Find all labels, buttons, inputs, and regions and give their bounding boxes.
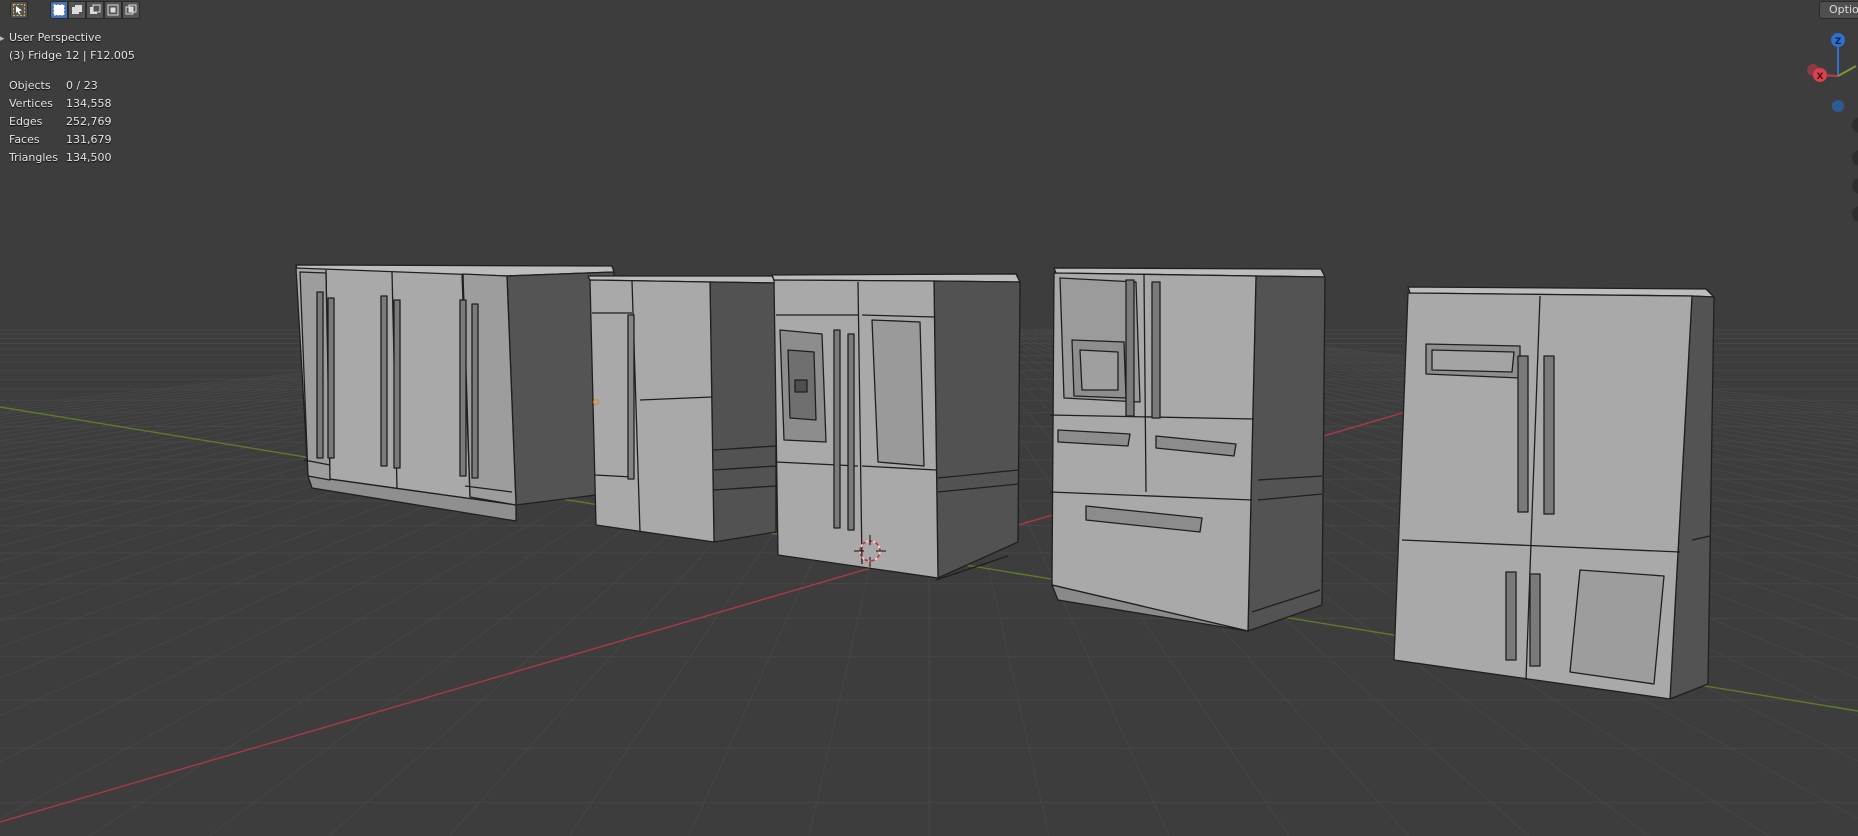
select-extend-button[interactable] (68, 1, 86, 19)
select-subtract-button[interactable] (86, 1, 104, 19)
stats-label: Edges (9, 115, 43, 128)
stats-label: Vertices (9, 97, 53, 110)
toolbar-expand-icon[interactable]: ▸ (0, 34, 5, 44)
stats-row-edges: Edges 252,769 (9, 113, 112, 131)
select-subtract-icon (90, 4, 101, 14)
select-tool-button[interactable] (10, 1, 28, 19)
select-tool-icon (13, 4, 25, 16)
select-extend-icon (72, 5, 82, 14)
stats-row-vertices: Vertices 134,558 (9, 95, 112, 113)
stats-label: Objects (9, 79, 51, 92)
stats-label: Triangles (9, 151, 58, 164)
header-toolbar (10, 1, 140, 19)
fridge-model[interactable] (771, 273, 1021, 581)
statistics-overlay: Objects 0 / 23 Vertices 134,558 Edges 25… (9, 77, 112, 167)
view-mode-label: User Perspective (9, 31, 102, 44)
fridge-model[interactable] (587, 275, 777, 543)
select-intersect-button[interactable] (122, 1, 140, 19)
navigation-gizmo[interactable]: Z X (1790, 28, 1858, 118)
fridge-model[interactable] (1049, 267, 1326, 632)
stats-value: 134,558 (66, 97, 112, 110)
select-intersect-icon (125, 4, 137, 15)
stats-row-objects: Objects 0 / 23 (9, 77, 112, 95)
fridge-model[interactable] (1393, 286, 1715, 700)
fridge-model[interactable] (295, 264, 615, 522)
stats-value: 134,500 (66, 151, 112, 164)
x-axis-label: X (1817, 72, 1824, 82)
options-button[interactable]: Options (1819, 1, 1858, 19)
stats-row-faces: Faces 131,679 (9, 131, 112, 149)
stats-value: 0 / 23 (66, 79, 98, 92)
stats-row-triangles: Triangles 134,500 (9, 149, 112, 167)
stats-label: Faces (9, 133, 40, 146)
active-object-label: (3) Fridge 12 | F12.005 (9, 49, 135, 62)
stats-value: 131,679 (66, 133, 112, 146)
select-new-icon (53, 4, 65, 16)
viewport-scene[interactable] (0, 0, 1858, 836)
selection-mode-group (50, 1, 140, 19)
select-new-button[interactable] (50, 1, 68, 19)
negative-z-axis-handle[interactable] (1832, 100, 1844, 112)
z-axis-label: Z (1835, 37, 1842, 47)
select-invert-button[interactable] (104, 1, 122, 19)
select-invert-icon (107, 4, 119, 16)
3d-viewport[interactable] (0, 0, 1858, 836)
stats-value: 252,769 (66, 115, 112, 128)
